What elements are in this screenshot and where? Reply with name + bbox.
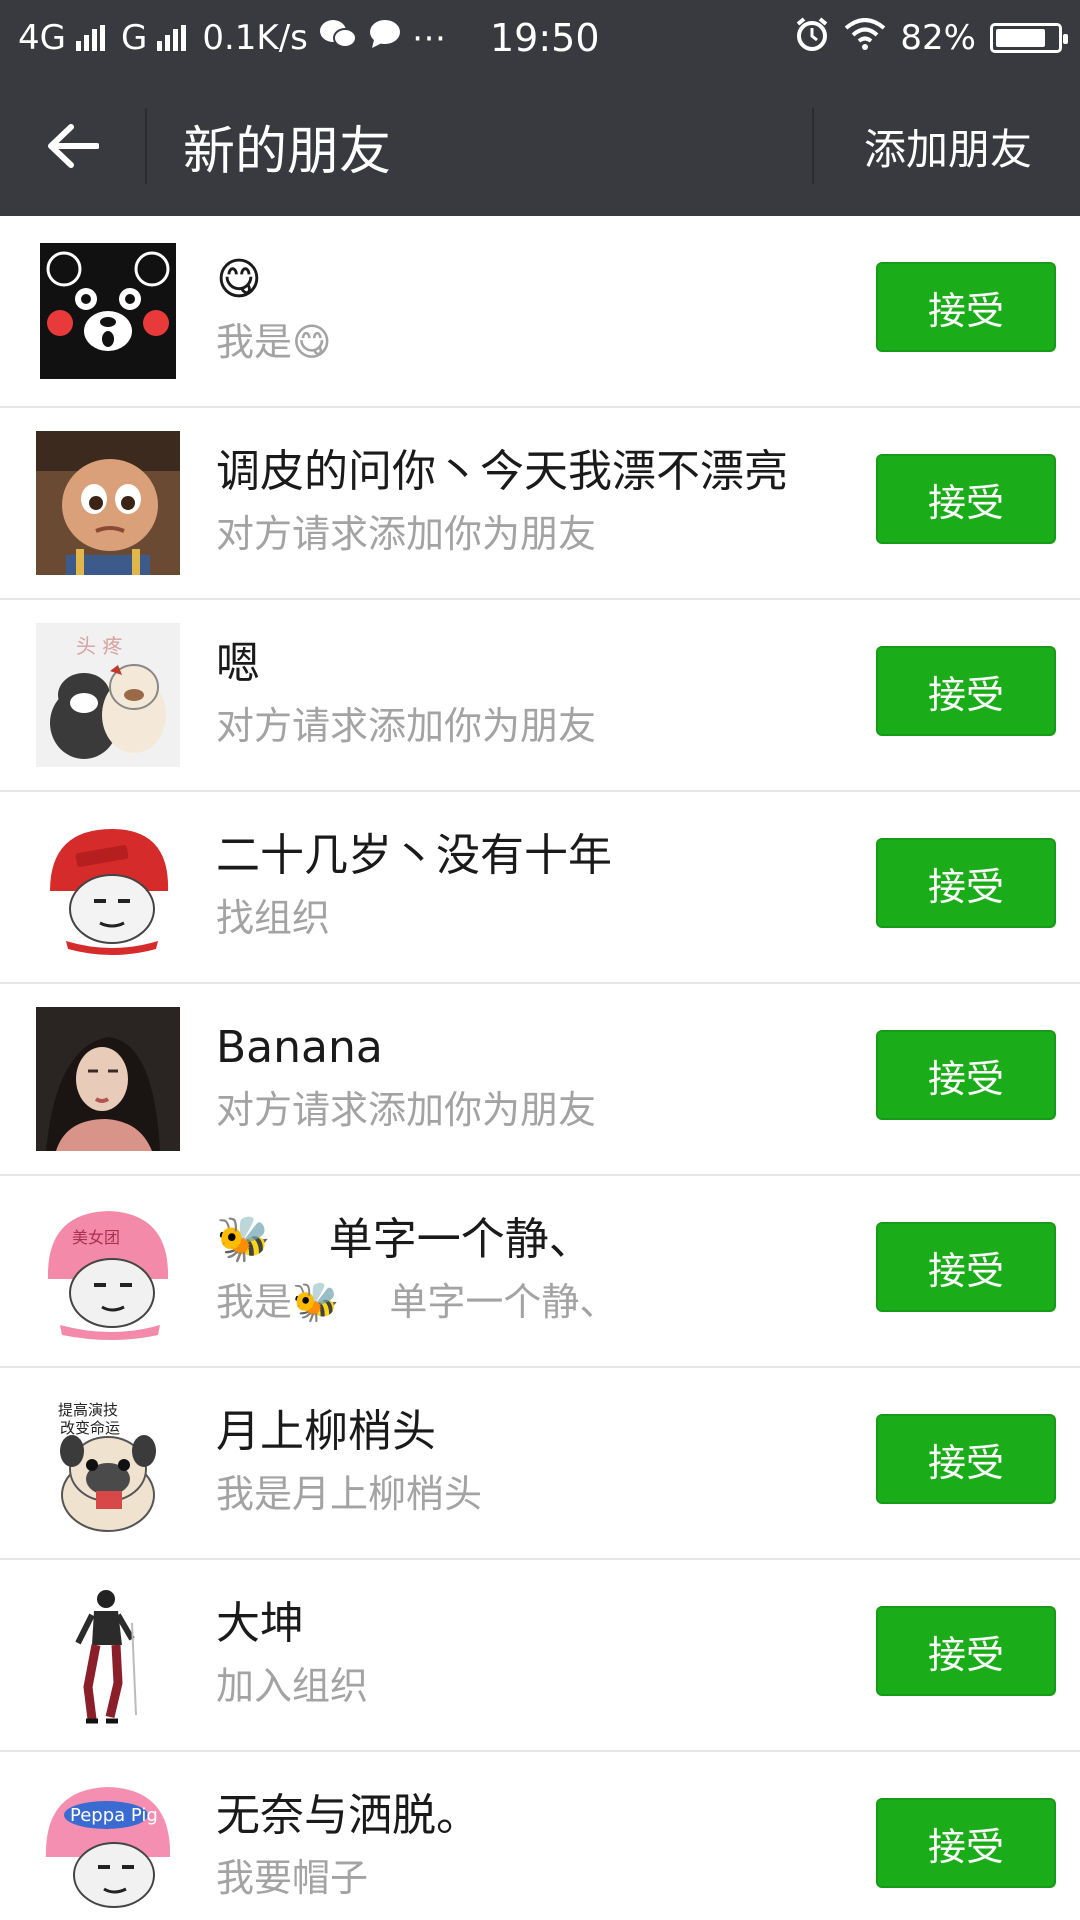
signal-icon-2 (157, 25, 187, 51)
accept-button[interactable]: 接受 (876, 1414, 1056, 1504)
pug-avatar[interactable]: 提高演技 改变命运 (36, 1391, 180, 1535)
add-friend-button[interactable]: 添加朋友 (864, 76, 1032, 216)
accept-button[interactable]: 接受 (876, 1030, 1056, 1120)
nav-bar: 新的朋友 添加朋友 (0, 76, 1080, 216)
cat-dog-avatar[interactable]: 头 疼 (36, 623, 180, 767)
list-item[interactable]: Peppa Pig 无奈与洒脱。 我要帽子 接受 (0, 1752, 1080, 1920)
request-message: 对方请求添加你为朋友 (216, 512, 597, 556)
signal-icon (75, 25, 105, 51)
svg-text:美女团: 美女团 (72, 1228, 120, 1247)
peppa-helmet-meme-avatar[interactable]: Peppa Pig (36, 1775, 180, 1919)
svg-text:提高演技: 提高演技 (58, 1401, 118, 1419)
red-helmet-meme-avatar[interactable] (36, 815, 180, 959)
status-bar: 4G G 0.1K/s ⋯ 19:50 82% (0, 0, 1080, 76)
cartoon-girl-avatar[interactable] (36, 431, 180, 575)
back-button[interactable] (0, 76, 145, 216)
list-item[interactable]: Banana 对方请求添加你为朋友 接受 (0, 984, 1080, 1176)
battery-percent: 82% (900, 18, 976, 58)
request-message: 我是🐝 单字一个静、 (216, 1280, 618, 1324)
accept-button[interactable]: 接受 (876, 1606, 1056, 1696)
request-message: 我是月上柳梢头 (216, 1472, 483, 1516)
request-message: 我要帽子 (216, 1856, 369, 1900)
wifi-icon (844, 17, 886, 59)
request-name: 月上柳梢头 (216, 1406, 436, 1457)
list-item[interactable]: 二十几岁丶没有十年 找组织 接受 (0, 792, 1080, 984)
network-g-label: G (120, 18, 148, 58)
nav-divider-right (812, 108, 814, 184)
request-message: 对方请求添加你为朋友 (216, 1088, 597, 1132)
network-4g-label: 4G (18, 18, 66, 58)
accept-button[interactable]: 接受 (876, 838, 1056, 928)
request-name: 🐝 单字一个静、 (216, 1214, 593, 1265)
svg-text:Peppa Pig: Peppa Pig (70, 1805, 158, 1826)
request-message: 我是😋 (216, 320, 332, 364)
pink-helmet-meme-avatar[interactable]: 美女团 (36, 1199, 180, 1343)
request-message: 找组织 (216, 896, 331, 940)
svg-text:改变命运: 改变命运 (60, 1419, 120, 1437)
list-item[interactable]: 提高演技 改变命运 月上柳梢头 我是月上柳梢头 接受 (0, 1368, 1080, 1560)
net-speed: 0.1K/s (202, 18, 308, 58)
page-title: 新的朋友 (183, 121, 392, 182)
request-message: 对方请求添加你为朋友 (216, 704, 597, 748)
request-name: 调皮的问你丶今天我漂不漂亮 (216, 446, 788, 497)
request-name: Banana (216, 1022, 383, 1073)
request-name: 嗯 (216, 638, 260, 689)
request-name: 😋 (216, 254, 262, 305)
message-icon (368, 18, 402, 59)
friend-request-list: 😋 我是😋 接受 调皮的问你丶今天我漂不漂亮 对方请求添加你为朋友 接受 头 疼… (0, 216, 1080, 1920)
nav-divider (145, 108, 147, 184)
list-item[interactable]: 美女团 🐝 单字一个静、 我是🐝 单字一个静、 接受 (0, 1176, 1080, 1368)
accept-button[interactable]: 接受 (876, 262, 1056, 352)
alarm-icon (794, 16, 830, 61)
list-item[interactable]: 调皮的问你丶今天我漂不漂亮 对方请求添加你为朋友 接受 (0, 408, 1080, 600)
request-message: 加入组织 (216, 1664, 369, 1708)
more-dots-icon: ⋯ (411, 18, 446, 58)
list-item[interactable]: 大坤 加入组织 接受 (0, 1560, 1080, 1752)
request-name: 二十几岁丶没有十年 (216, 830, 612, 881)
request-name: 无奈与洒脱。 (216, 1790, 480, 1841)
list-item[interactable]: 头 疼 嗯 对方请求添加你为朋友 接受 (0, 600, 1080, 792)
accept-button[interactable]: 接受 (876, 646, 1056, 736)
accept-button[interactable]: 接受 (876, 454, 1056, 544)
svg-text:头 疼: 头 疼 (76, 634, 122, 658)
accept-button[interactable]: 接受 (876, 1798, 1056, 1888)
accept-button[interactable]: 接受 (876, 1222, 1056, 1312)
kumamon-avatar[interactable] (36, 239, 180, 383)
back-arrow-icon (47, 124, 99, 168)
request-name: 大坤 (216, 1598, 304, 1649)
wechat-icon (318, 18, 358, 59)
list-item[interactable]: 😋 我是😋 接受 (0, 216, 1080, 408)
woman-photo-avatar[interactable] (36, 1007, 180, 1151)
dancer-avatar[interactable] (36, 1583, 180, 1727)
battery-icon (990, 23, 1068, 53)
status-time: 19:50 (490, 16, 600, 60)
